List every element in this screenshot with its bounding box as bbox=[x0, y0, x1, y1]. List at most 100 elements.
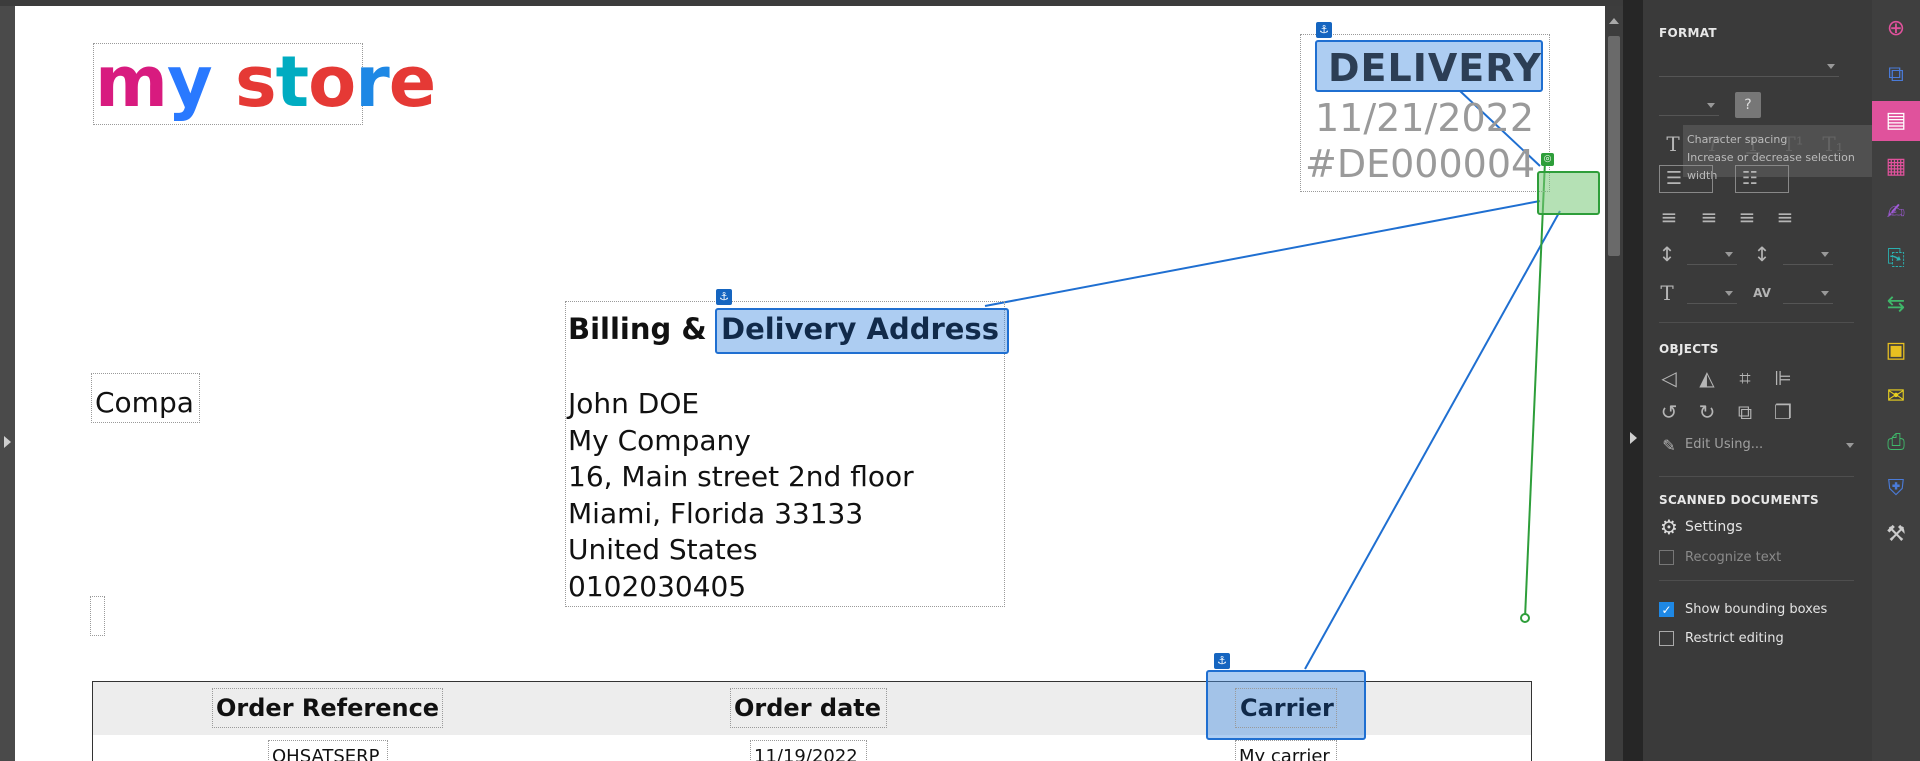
align-left-icon[interactable]: ≡ bbox=[1655, 203, 1683, 231]
document-number: #DE000004 bbox=[1305, 142, 1536, 186]
edit-using-caret-icon[interactable] bbox=[1846, 443, 1854, 448]
table-header-reference: Order Reference bbox=[216, 694, 440, 722]
tools-rail: ⊕ ⧉ ▤ ▦ ✍ ⎘ ⇆ ▣ ✉ ⎙ ⛨ ⚒ bbox=[1872, 0, 1920, 761]
fill-sign-icon[interactable]: ✍ bbox=[1881, 198, 1911, 228]
logo-letter: s bbox=[234, 41, 277, 123]
line-spacing-icon[interactable]: ↕ bbox=[1653, 240, 1681, 268]
scan-ocr-icon[interactable]: ▣ bbox=[1881, 336, 1911, 366]
anchor-icon[interactable]: ⚓ bbox=[1316, 22, 1332, 38]
rotate-right-icon[interactable]: ↻ bbox=[1693, 398, 1721, 426]
format-title: FORMAT bbox=[1659, 26, 1717, 40]
compare-files-icon[interactable]: ⎙ bbox=[1881, 428, 1911, 458]
text-scale-icon[interactable]: T bbox=[1653, 279, 1681, 307]
flip-vertical-icon[interactable]: ◭ bbox=[1693, 364, 1721, 392]
document-canvas[interactable]: my store ⚓ DELIVERY 11/21/2022 #DE000004… bbox=[15, 6, 1605, 761]
link-target-box[interactable] bbox=[1537, 171, 1600, 215]
edit-pdf-icon: ▤ bbox=[1885, 108, 1907, 133]
flip-horizontal-icon[interactable]: ◁ bbox=[1655, 364, 1683, 392]
document-title: DELIVERY bbox=[1328, 46, 1542, 90]
panel-divider[interactable] bbox=[1623, 0, 1643, 761]
tooltip-title: Character spacing bbox=[1687, 133, 1788, 146]
numbered-list-icon: ☷ bbox=[1741, 168, 1759, 189]
line-spacing-dropdown[interactable] bbox=[1687, 243, 1737, 265]
expand-left-icon bbox=[4, 436, 11, 448]
protect-icon[interactable]: ⛨ bbox=[1881, 474, 1911, 504]
paragraph-spacing-icon[interactable]: ↕ bbox=[1748, 240, 1776, 268]
collapse-panel-icon[interactable] bbox=[1630, 432, 1637, 444]
more-tools-icon[interactable]: ⚒ bbox=[1881, 520, 1911, 550]
separator bbox=[1659, 580, 1854, 581]
font-size-dropdown[interactable] bbox=[1659, 94, 1719, 116]
objects-title: OBJECTS bbox=[1659, 342, 1719, 356]
logo-letters: my store bbox=[95, 41, 436, 123]
character-spacing-dropdown[interactable] bbox=[1783, 282, 1833, 304]
restrict-editing-checkbox[interactable] bbox=[1659, 631, 1674, 646]
paragraph-spacing-dropdown[interactable] bbox=[1783, 243, 1833, 265]
anchor-icon[interactable]: ⚓ bbox=[1214, 653, 1230, 669]
combine-files-icon[interactable]: ⧉ bbox=[1881, 60, 1911, 90]
help-icon[interactable]: ? bbox=[1735, 92, 1761, 118]
scroll-up-icon[interactable] bbox=[1609, 18, 1619, 24]
link-target-icon[interactable]: ◎ bbox=[1541, 153, 1554, 166]
address-heading: Delivery Address bbox=[721, 312, 999, 346]
bullet-list-dropdown[interactable]: ☰ bbox=[1659, 165, 1713, 193]
export-pdf-icon[interactable]: ▦ bbox=[1881, 152, 1911, 182]
vertical-scrollbar[interactable] bbox=[1605, 6, 1623, 761]
font-family-dropdown[interactable] bbox=[1659, 55, 1839, 77]
logo-letter: t bbox=[275, 41, 309, 123]
address-line: John DOE bbox=[568, 387, 700, 420]
logo-letter: o bbox=[308, 41, 356, 123]
table-cell-reference: OHSATSERP bbox=[272, 746, 380, 761]
bullet-list-icon: ☰ bbox=[1665, 168, 1683, 189]
edit-using-dropdown[interactable]: Edit Using... bbox=[1685, 437, 1763, 452]
address-lines: John DOE My Company 16, Main street 2nd … bbox=[568, 386, 914, 605]
text-scale-dropdown[interactable] bbox=[1687, 282, 1737, 304]
comment-icon[interactable]: ✉ bbox=[1881, 382, 1911, 412]
align-right-icon[interactable]: ≡ bbox=[1733, 203, 1761, 231]
edit-pdf-tool-active[interactable]: ▤ bbox=[1872, 101, 1920, 141]
company-label: Compa bbox=[95, 386, 194, 419]
scroll-thumb[interactable] bbox=[1608, 36, 1620, 256]
scanned-documents-title: SCANNED DOCUMENTS bbox=[1659, 493, 1819, 507]
character-spacing-icon[interactable]: AV bbox=[1748, 279, 1776, 307]
numbered-list-dropdown[interactable]: ☷ bbox=[1735, 165, 1789, 193]
table-cell-carrier: My carrier bbox=[1239, 746, 1330, 761]
document-date: 11/21/2022 bbox=[1315, 96, 1535, 140]
table-cell-date: 11/19/2022 bbox=[754, 746, 858, 761]
restrict-editing-label: Restrict editing bbox=[1685, 631, 1784, 646]
justify-icon[interactable]: ≡ bbox=[1771, 203, 1799, 231]
left-panel-toggle[interactable] bbox=[0, 6, 15, 761]
crop-icon[interactable]: ⌗ bbox=[1731, 364, 1759, 392]
address-line: United States bbox=[568, 533, 758, 566]
replace-image-icon[interactable]: ⧉ bbox=[1731, 398, 1759, 426]
address-heading-prefix: Billing & bbox=[568, 312, 707, 346]
logo-letter bbox=[212, 41, 235, 123]
recognize-text-checkbox[interactable] bbox=[1659, 550, 1674, 565]
address-line: 16, Main street 2nd floor bbox=[568, 460, 914, 493]
store-logo: my store bbox=[95, 41, 436, 123]
align-center-icon[interactable]: ≡ bbox=[1695, 203, 1723, 231]
gear-icon[interactable]: ⚙ bbox=[1655, 513, 1683, 541]
arrange-icon[interactable]: ❐ bbox=[1769, 398, 1797, 426]
logo-letter: y bbox=[166, 41, 213, 123]
anchor-icon[interactable]: ⚓ bbox=[716, 289, 732, 305]
recognize-text-label: Recognize text bbox=[1685, 550, 1782, 565]
show-bounding-boxes-checkbox[interactable]: ✓ bbox=[1659, 602, 1674, 617]
align-objects-icon[interactable]: ⊫ bbox=[1769, 364, 1797, 392]
pencil-icon: ✎ bbox=[1662, 436, 1676, 455]
rotate-left-icon[interactable]: ↺ bbox=[1655, 398, 1683, 426]
create-pdf-icon[interactable]: ⊕ bbox=[1881, 14, 1911, 44]
table-header-carrier: Carrier bbox=[1240, 694, 1334, 722]
separator bbox=[1659, 476, 1854, 477]
table-header-date: Order date bbox=[734, 694, 882, 722]
organize-pages-icon[interactable]: ⇆ bbox=[1881, 290, 1911, 320]
logo-letter: r bbox=[355, 41, 390, 123]
address-line: My Company bbox=[568, 423, 751, 457]
separator bbox=[1659, 322, 1854, 323]
settings-link[interactable]: Settings bbox=[1685, 519, 1742, 535]
logo-letter: m bbox=[95, 41, 168, 123]
empty-box[interactable] bbox=[90, 596, 105, 636]
format-panel: FORMAT ? T T T T¹ T₁ Character spacing I… bbox=[1643, 0, 1872, 761]
address-line: 0102030405 bbox=[568, 569, 747, 603]
send-signature-icon[interactable]: ⎘ bbox=[1881, 244, 1911, 274]
